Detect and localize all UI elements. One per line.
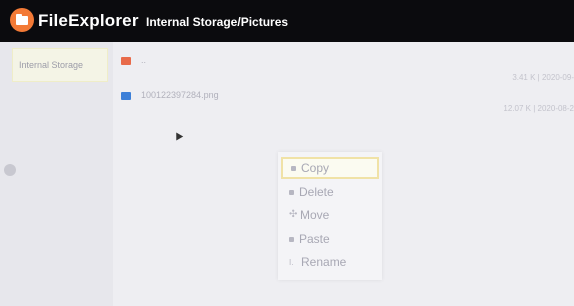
circle-icon: [4, 164, 16, 176]
move-menu-item[interactable]: ✣ Move: [281, 204, 379, 226]
move-icon: ✣: [289, 209, 298, 220]
menu-item-label: Paste: [299, 232, 330, 246]
image-icon: [121, 92, 131, 100]
file-name: ..: [141, 55, 147, 65]
menu-item-label: Delete: [299, 185, 334, 199]
menu-item-label: Rename: [301, 255, 347, 269]
sidebar-item-internal-storage[interactable]: Internal Storage: [12, 48, 108, 82]
folder-icon: [10, 8, 34, 32]
content-area: Internal Storage .. 3.41 K | 2020-09- 10…: [0, 42, 574, 306]
file-explorer-screen: FileExplorer Internal Storage/Pictures I…: [0, 0, 574, 306]
title-bar: FileExplorer Internal Storage/Pictures: [0, 0, 574, 42]
app-title: FileExplorer: [38, 11, 139, 30]
folder-icon: [121, 57, 131, 65]
copy-icon: [291, 165, 296, 171]
file-name: 100122397284.png: [141, 90, 219, 100]
context-menu: Copy Delete ✣ Move Paste I. Rename: [278, 152, 382, 280]
copy-menu-item[interactable]: Copy: [281, 157, 379, 179]
rename-menu-item[interactable]: I. Rename: [281, 251, 379, 273]
rename-icon: I.: [289, 257, 294, 267]
file-meta: 12.07 K | 2020-08-2: [503, 104, 574, 113]
delete-menu-item[interactable]: Delete: [281, 181, 379, 203]
file-meta: 3.41 K | 2020-09-: [512, 73, 574, 82]
paste-icon: [289, 236, 294, 242]
sidebar-item-label: Internal Storage: [19, 60, 84, 70]
menu-item-label: Move: [300, 208, 330, 222]
list-item[interactable]: 100122397284.png 12.07 K | 2020-08-2: [113, 87, 574, 127]
sidebar: Internal Storage: [0, 42, 113, 306]
paste-menu-item[interactable]: Paste: [281, 228, 379, 250]
menu-item-label: Copy: [301, 161, 330, 175]
list-item[interactable]: .. 3.41 K | 2020-09-: [113, 52, 574, 92]
current-path: Internal Storage/Pictures: [146, 15, 289, 29]
delete-icon: [289, 189, 294, 195]
